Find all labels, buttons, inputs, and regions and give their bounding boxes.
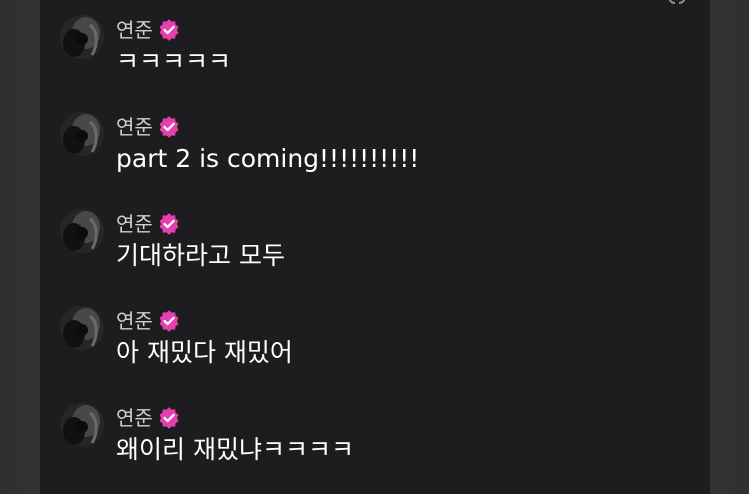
chat-panel: 연준 ㅋㅋㅋㅋㅋ 연준 part 2 is coming!!!!!!!!!! 연… [40, 0, 710, 494]
avatar[interactable] [60, 403, 104, 447]
author-row: 연준 [116, 113, 180, 141]
chat-message: 연준 part 2 is coming!!!!!!!!!! [60, 97, 680, 173]
message-text: ㅋㅋㅋㅋㅋ [116, 47, 232, 76]
author-name: 연준 [116, 115, 153, 139]
message-text: 왜이리 재밌냐ㅋㅋㅋㅋ [116, 435, 354, 464]
chat-message: 연준 기대하라고 모두 [60, 194, 680, 270]
author-row: 연준 [116, 210, 180, 238]
author-name: 연준 [116, 309, 153, 333]
avatar[interactable] [60, 15, 104, 59]
chat-message: 연준 ㅋㅋㅋㅋㅋ [60, 0, 680, 76]
avatar[interactable] [60, 209, 104, 253]
author-row: 연준 [116, 16, 180, 44]
verified-badge-icon [159, 19, 179, 41]
chat-message: 연준 왜이리 재밌냐ㅋㅋㅋㅋ [60, 388, 680, 464]
avatar[interactable] [60, 112, 104, 156]
author-name: 연준 [116, 406, 153, 430]
message-text: 아 재밌다 재밌어 [116, 338, 293, 367]
screen-background: 연준 ㅋㅋㅋㅋㅋ 연준 part 2 is coming!!!!!!!!!! 연… [0, 0, 749, 494]
avatar[interactable] [60, 306, 104, 350]
author-name: 연준 [116, 212, 153, 236]
author-name: 연준 [116, 18, 153, 42]
verified-badge-icon [159, 116, 179, 138]
chat-message: 연준 아 재밌다 재밌어 [60, 291, 680, 367]
message-text: part 2 is coming!!!!!!!!!! [116, 144, 420, 173]
author-row: 연준 [116, 307, 180, 335]
verified-badge-icon [159, 310, 179, 332]
verified-badge-icon [159, 407, 179, 429]
message-text: 기대하라고 모두 [116, 241, 285, 270]
verified-badge-icon [159, 213, 179, 235]
author-row: 연준 [116, 404, 180, 432]
